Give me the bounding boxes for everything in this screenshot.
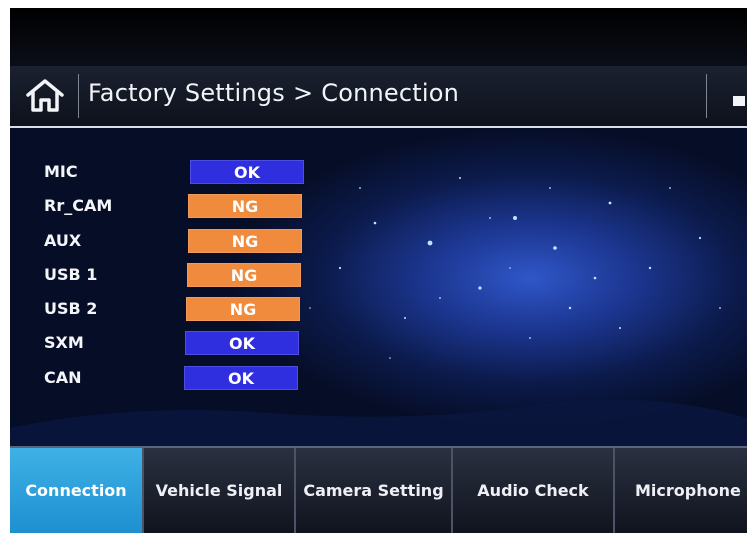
row-label: AUX [44,231,82,250]
breadcrumb-connection: Connection [321,79,460,107]
status-row-rr-cam: Rr_CAM NG [10,194,330,222]
screen-top-bezel [10,8,747,66]
page-title: Factory Settings > Connection [88,79,459,107]
status-row-aux: AUX NG [10,229,330,257]
row-label: USB 1 [44,265,98,284]
status-row-sxm: SXM OK [10,331,330,359]
tab-connection[interactable]: Connection [10,448,144,533]
header-bar: Factory Settings > Connection [10,66,747,128]
home-icon [26,79,64,112]
tab-vehicle-signal[interactable]: Vehicle Signal [144,448,296,533]
status-badge: NG [186,297,300,321]
status-badge: NG [188,229,302,253]
bottom-tab-bar: Connection Vehicle Signal Camera Setting… [10,446,747,533]
row-label: SXM [44,333,84,352]
tab-microphone[interactable]: Microphone [615,448,747,533]
head-unit-screen: Factory Settings > Connection MIC OK Rr_CA… [10,8,747,533]
status-badge: OK [190,160,304,184]
breadcrumb-factory-settings: Factory Settings [88,79,285,107]
tab-camera-setting[interactable]: Camera Setting [296,448,453,533]
header-right-button[interactable] [706,74,747,118]
photo-frame: Factory Settings > Connection MIC OK Rr_CA… [0,0,747,545]
row-label: USB 2 [44,299,98,318]
square-icon [733,96,745,106]
status-row-usb-1: USB 1 NG [10,263,330,291]
home-button[interactable] [12,74,79,118]
status-row-usb-2: USB 2 NG [10,297,330,325]
row-label: Rr_CAM [44,196,113,215]
status-badge: NG [187,263,301,287]
status-row-mic: MIC OK [10,160,330,188]
row-label: MIC [44,162,78,181]
breadcrumb-separator: > [292,79,314,107]
status-badge: NG [188,194,302,218]
row-label: CAN [44,368,82,387]
status-row-can: CAN OK [10,366,330,394]
tab-audio-check[interactable]: Audio Check [453,448,615,533]
status-badge: OK [185,331,299,355]
status-badge: OK [184,366,298,390]
